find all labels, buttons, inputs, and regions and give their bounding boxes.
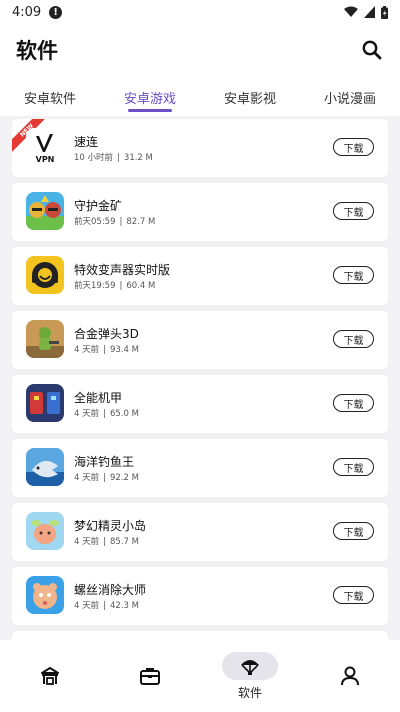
tab-label: 安卓软件 (23, 92, 76, 107)
metal-slug-icon (26, 320, 64, 358)
list-item[interactable]: 全能机甲 4 天前 | 65.0 M 下载 (12, 375, 388, 433)
page-title: 软件 (16, 39, 58, 63)
download-button[interactable]: 下载 (333, 266, 374, 284)
status-icons (344, 5, 388, 19)
download-button[interactable]: 下载 (333, 522, 374, 540)
mecha-icon (26, 384, 64, 422)
list-item[interactable]: 海洋钓鱼王 4 天前 | 92.2 M 下载 (12, 439, 388, 497)
app-name: 守护金矿 (74, 199, 123, 213)
app-meta: 4 天前 | 85.7 M (74, 537, 139, 547)
app-list: NEW VPN 速连 10 小时前|31.2 M 下载 守护金矿 前天05:59… (0, 116, 400, 640)
app-name: 速连 (74, 135, 99, 149)
app-meta: 前天05:59 | 82.7 M (74, 217, 156, 227)
app-meta: 4 天前 | 42.3 M (74, 601, 139, 611)
nav-label: 软件 (237, 686, 262, 700)
app-header: 软件 (0, 24, 400, 76)
download-button[interactable]: 下载 (333, 458, 374, 476)
nav-profile[interactable] (300, 640, 400, 712)
tab-android-video[interactable]: 安卓影视 (200, 76, 300, 116)
fairy-island-icon (26, 512, 64, 550)
app-meta: 4 天前 | 65.0 M (74, 409, 139, 419)
app-meta: 10 小时前 | 31.2 M (74, 153, 153, 163)
screw-puzzle-icon (26, 576, 64, 614)
app-name: 螺丝消除大师 (74, 583, 147, 597)
app-name: 全能机甲 (74, 391, 123, 405)
category-tabs: 安卓软件 安卓游戏 安卓影视 小说漫画 (0, 76, 400, 116)
list-item[interactable]: NEW VPN 速连 10 小时前|31.2 M 下载 (12, 119, 388, 177)
download-button[interactable]: 下载 (333, 394, 374, 412)
tab-android-apps[interactable]: 安卓软件 (0, 76, 100, 116)
info-icon: ! (49, 5, 63, 19)
tab-label: 小说漫画 (323, 92, 376, 107)
list-item[interactable]: 守护金矿 前天05:59 | 82.7 M 下载 (12, 183, 388, 241)
app-meta: 前天19:59 | 60.4 M (74, 281, 156, 291)
app-meta: 4 天前 | 92.2 M (74, 473, 139, 483)
wifi-icon (344, 6, 358, 17)
download-button[interactable]: 下载 (333, 330, 374, 348)
home-stall-icon (41, 667, 59, 685)
list-item[interactable]: 梦幻精灵小岛 4 天前 | 85.7 M 下载 (12, 503, 388, 561)
fishing-icon (26, 448, 64, 486)
download-button[interactable]: 下载 (333, 138, 374, 156)
tab-label: 安卓影视 (223, 92, 276, 107)
tab-novels-comics[interactable]: 小说漫画 (300, 76, 400, 116)
list-item[interactable]: 合金弹头3D 4 天前 | 93.4 M 下载 (12, 311, 388, 369)
tab-label: 安卓游戏 (123, 92, 176, 107)
vpn-icon: VPN (26, 128, 64, 166)
app-name: 特效变声器实时版 (74, 263, 171, 277)
app-name: 海洋钓鱼王 (74, 455, 135, 469)
mine-guard-icon (26, 192, 64, 230)
list-item[interactable]: 特效变声器实时版 前天19:59 | 60.4 M 下载 (12, 247, 388, 305)
app-meta: 4 天前 | 93.4 M (74, 345, 139, 355)
list-item[interactable]: 螺丝消除大师 4 天前 | 42.3 M 下载 (12, 567, 388, 625)
nav-briefcase[interactable] (100, 640, 200, 712)
bottom-nav: 软件 (0, 640, 400, 712)
tab-android-games[interactable]: 安卓游戏 (100, 76, 200, 116)
profile-icon (341, 666, 359, 686)
nav-home[interactable] (0, 640, 100, 712)
signal-icon (364, 6, 375, 18)
nav-software[interactable]: 软件 (200, 640, 300, 712)
svg-text:VPN: VPN (36, 155, 55, 164)
briefcase-icon (140, 668, 160, 685)
status-time: 4:09 (12, 4, 42, 20)
download-button[interactable]: 下载 (333, 202, 374, 220)
download-button[interactable]: 下载 (333, 586, 374, 604)
battery-icon (381, 5, 388, 19)
search-icon[interactable] (360, 38, 384, 62)
list-item-partial[interactable] (12, 631, 388, 640)
voice-changer-icon (26, 256, 64, 294)
status-bar: 4:09 ! (0, 0, 400, 24)
app-name: 合金弹头3D (74, 327, 139, 341)
app-name: 梦幻精灵小岛 (74, 519, 147, 533)
parachute-icon (241, 660, 259, 675)
